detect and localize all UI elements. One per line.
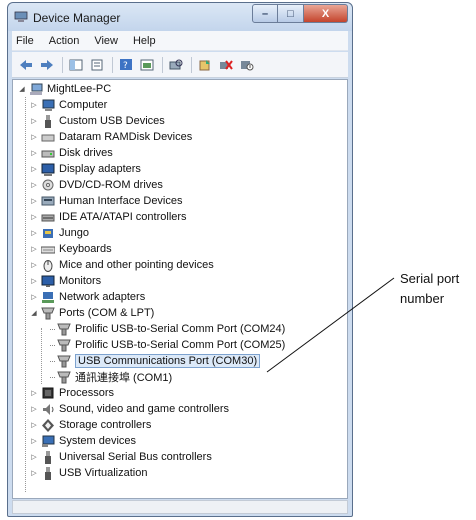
callout-line [266, 277, 395, 373]
callout-label-line1: Serial port [400, 271, 460, 286]
callout-label-line2: number [400, 291, 445, 306]
